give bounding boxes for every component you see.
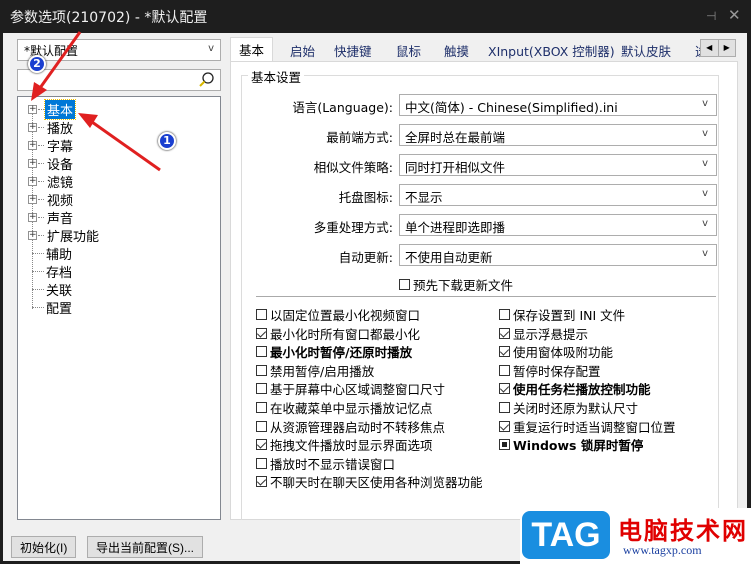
annotation-arrows bbox=[31, 31, 161, 172]
annotation-badge-1: 1 bbox=[158, 132, 176, 150]
watermark-logo: TAG bbox=[522, 511, 610, 559]
watermark: TAG 电脑技术网 www.tagxp.com bbox=[520, 508, 751, 564]
watermark-url: www.tagxp.com bbox=[623, 543, 702, 557]
arrow-1 bbox=[78, 113, 161, 172]
annotation-badge-2: 2 bbox=[28, 55, 46, 73]
watermark-site-name: 电脑技术网 bbox=[618, 517, 748, 545]
